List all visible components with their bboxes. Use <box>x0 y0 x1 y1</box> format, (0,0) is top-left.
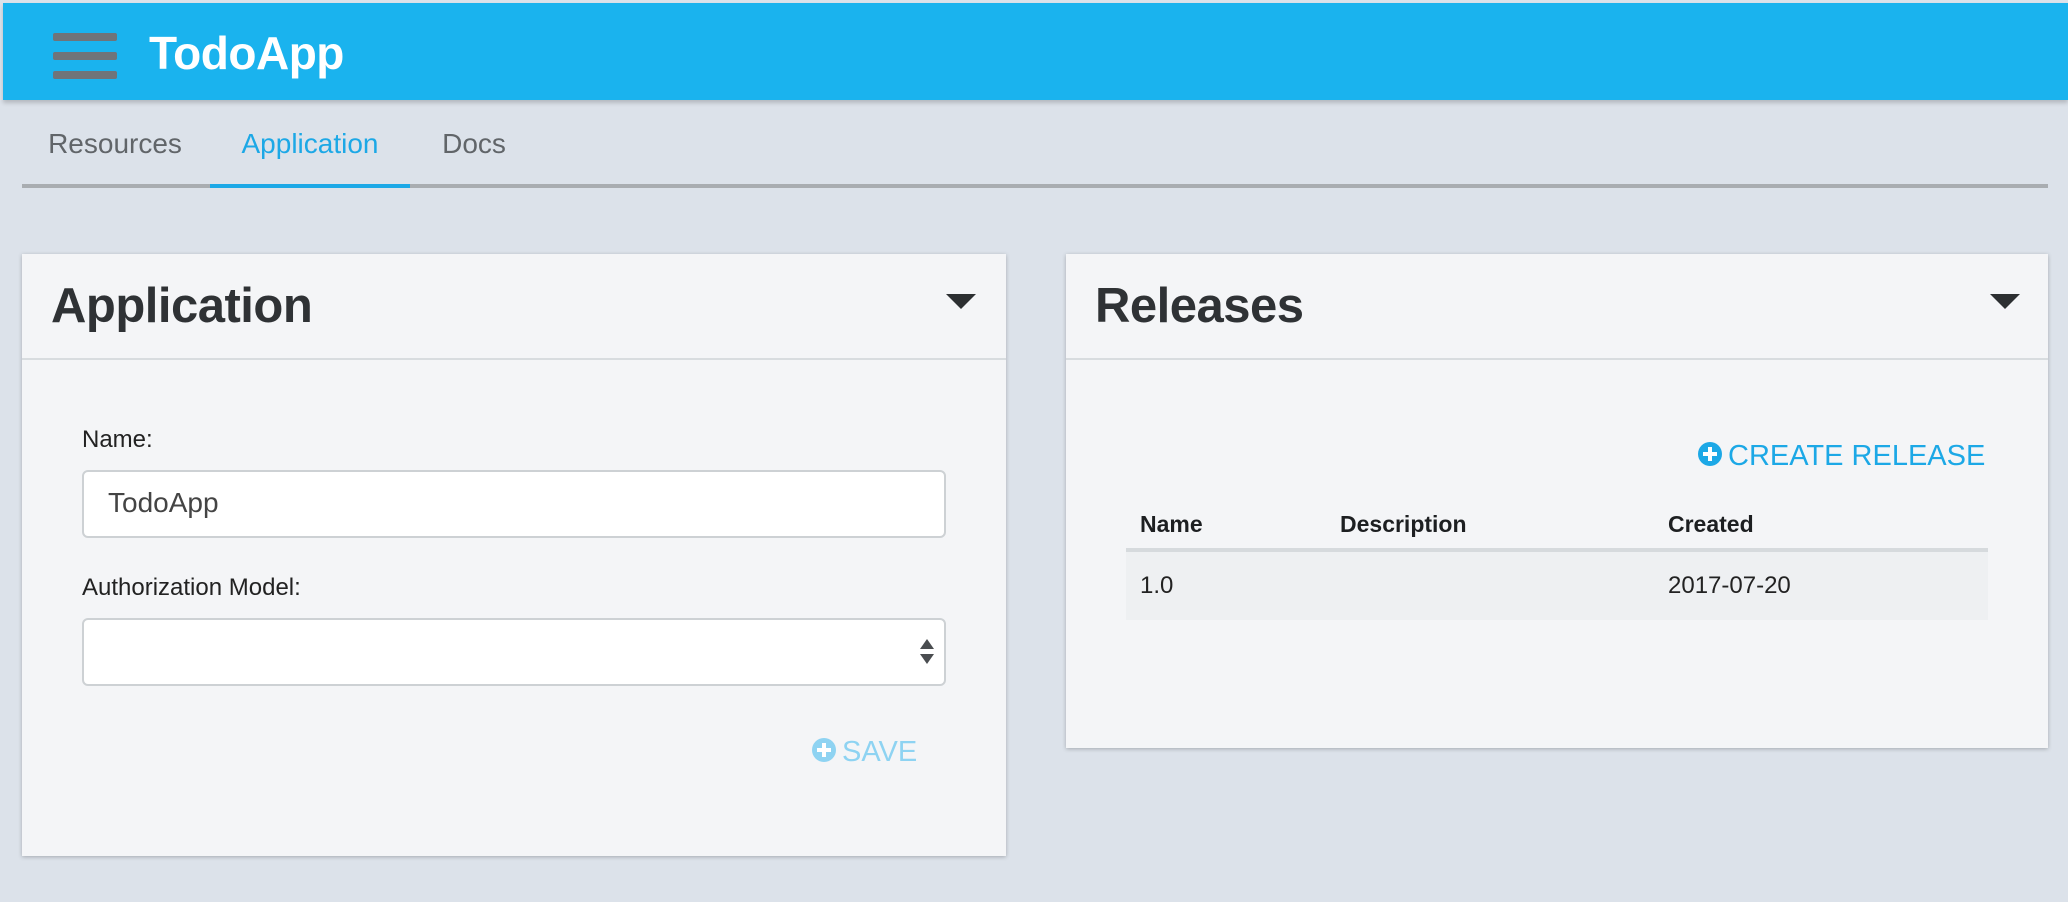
hamburger-menu-icon[interactable] <box>53 33 117 79</box>
releases-panel-header: Releases <box>1066 254 2048 360</box>
create-release-button[interactable]: CREATE RELEASE <box>1698 438 1985 474</box>
application-panel-title: Application <box>51 279 313 333</box>
save-button[interactable]: SAVE <box>812 734 917 770</box>
column-header-description[interactable]: Description <box>1340 504 1467 544</box>
tab-docs[interactable]: Docs <box>410 104 538 184</box>
plus-circle-icon <box>812 738 836 763</box>
create-release-label: CREATE RELEASE <box>1728 440 1986 472</box>
authorization-model-select[interactable] <box>82 618 946 686</box>
column-header-created[interactable]: Created <box>1668 504 1754 544</box>
application-panel-header: Application <box>22 254 1006 360</box>
release-name-cell: 1.0 <box>1140 572 1174 599</box>
tab-application[interactable]: Application <box>210 104 410 188</box>
name-input[interactable]: TodoApp <box>82 470 946 538</box>
app-header: TodoApp <box>3 3 2068 100</box>
releases-panel: Releases CREATE RELEASE Name Description… <box>1066 254 2048 748</box>
save-button-label: SAVE <box>842 736 918 768</box>
authorization-model-label: Authorization Model: <box>82 574 301 601</box>
caret-down-icon[interactable] <box>1990 294 2020 309</box>
column-header-name[interactable]: Name <box>1140 504 1203 544</box>
plus-circle-icon <box>1698 442 1722 467</box>
select-arrows-icon <box>920 639 934 669</box>
application-panel: Application Name: TodoApp Authorization … <box>22 254 1006 856</box>
release-created-cell: 2017-07-20 <box>1668 572 1791 599</box>
tab-bar: Resources Application Docs <box>22 104 2048 188</box>
name-field-label: Name: <box>82 426 153 453</box>
caret-down-icon[interactable] <box>946 294 976 309</box>
releases-panel-title: Releases <box>1095 279 1304 333</box>
tab-resources[interactable]: Resources <box>22 104 208 184</box>
table-row[interactable]: 1.0 2017-07-20 <box>1126 552 1988 620</box>
app-title: TodoApp <box>149 27 344 79</box>
